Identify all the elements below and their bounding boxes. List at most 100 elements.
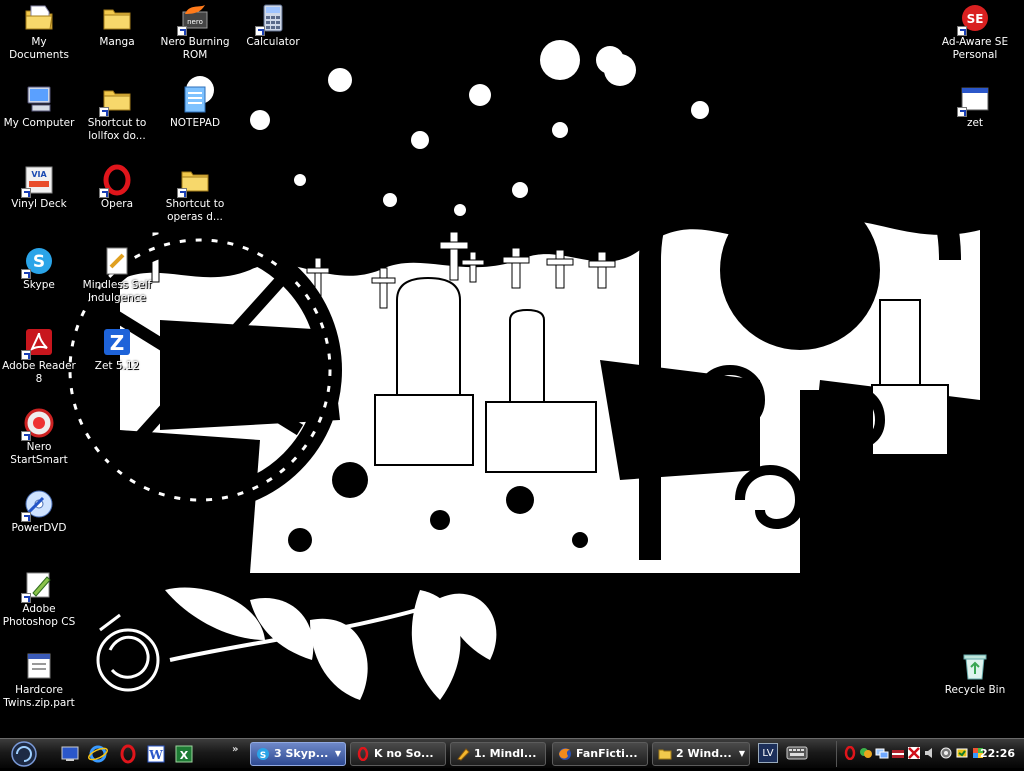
shortcut-arrow-icon [21,431,31,441]
show-desktop-icon [61,746,79,761]
icon-label: Shortcut to operas d... [165,198,225,223]
desktop-icon-mindless-self-indulgence[interactable]: Mindless Self Indulgence [79,245,155,304]
word-icon: W [147,745,165,763]
svg-text:X: X [180,749,189,762]
pencil-icon [456,747,470,761]
my-computer-icon [23,83,55,115]
internet-explorer-icon [88,745,108,763]
messenger-tray-icon[interactable] [859,746,873,760]
opera-tray-icon[interactable] [843,746,857,760]
taskbar-button-skype[interactable]: S 3 Skyp... ▼ [250,742,346,766]
icon-label: Skype [23,279,55,291]
volume-tray-icon[interactable] [923,746,937,760]
folder-icon [177,164,211,198]
chevron-down-icon: ▼ [738,749,745,758]
chevron-down-icon: ▼ [334,749,341,758]
svg-text:S: S [260,751,266,761]
desktop-icon-hardcore-twins[interactable]: Hardcore Twins.zip.part [1,650,77,709]
icon-label: Adobe Reader 8 [2,360,76,385]
shortcut-arrow-icon [957,107,967,117]
shortcut-arrow-icon [255,26,265,36]
svg-text:VIA: VIA [31,170,47,179]
taskbar-button-fanfiction[interactable]: FanFicti... [552,742,648,766]
keyboard-icon[interactable] [786,744,808,762]
desktop-icon-shortcut-operas[interactable]: Shortcut to operas d... [157,164,233,223]
desktop-icon-powerdvd[interactable]: PowerDVD [1,488,77,535]
desktop-icon-my-computer[interactable]: My Computer [1,83,77,130]
file-icon [23,650,55,682]
security-tray-icon[interactable] [955,746,969,760]
shortcut-arrow-icon [177,26,187,36]
shortcut-arrow-icon [21,188,31,198]
language-indicator[interactable]: LV [758,743,778,763]
icon-label: Recycle Bin [944,684,1006,696]
shortcut-arrow-icon [21,512,31,522]
taskbar-button-label: FanFicti... [576,747,638,760]
system-clock[interactable]: 22:26 [980,741,1015,767]
desktop-icon-adobe-photoshop[interactable]: Adobe Photoshop CS [1,569,77,628]
desktop-icon-manga[interactable]: Manga [79,2,155,49]
icon-label: Mindless Self Indulgence [82,279,152,304]
utility-tray-icon[interactable] [939,746,953,760]
ad-aware-icon: SE [957,2,991,36]
quick-launch-show-desktop[interactable] [60,744,80,764]
quick-launch-excel[interactable]: X [174,744,194,764]
folder-icon [658,747,672,761]
my-documents-icon [23,2,55,34]
icon-label: zet [966,117,984,129]
shortcut-arrow-icon [21,350,31,360]
taskbar-button-mindless[interactable]: 1. Mindl... [450,742,546,766]
shortcut-arrow-icon [21,593,31,603]
start-button[interactable] [6,741,42,767]
desktop-icon-notepad[interactable]: NOTEPAD [157,83,233,130]
nero-icon: nero [177,2,211,36]
taskbar: W X » S 3 Skyp... ▼ K no So... 1. Mindl.… [0,738,1024,768]
quick-launch-overflow-chevron[interactable]: » [232,744,238,755]
antivirus-tray-icon[interactable] [907,746,921,760]
shortcut-arrow-icon [99,107,109,117]
icon-label: My Documents [9,36,69,61]
desktop-icon-zet-window[interactable]: zet [937,83,1013,130]
icon-label: Hardcore Twins.zip.part [3,684,75,709]
desktop-icon-opera[interactable]: Opera [79,164,155,211]
desktop-icon-nero-startsmart[interactable]: Nero StartSmart [1,407,77,466]
desktop-icon-zet[interactable]: Z Zet 5.12 [79,326,155,373]
taskbar-button-label: K no So... [374,747,434,760]
calculator-icon [255,2,289,36]
taskbar-button-opera-window[interactable]: K no So... [350,742,446,766]
document-icon [101,245,133,277]
icon-label: Ad-Aware SE Personal [941,36,1009,61]
icon-label: Zet 5.12 [94,360,140,372]
icon-label: Calculator [246,36,300,48]
taskbar-button-label: 3 Skyp... [274,747,329,760]
recycle-bin-icon [959,650,991,682]
start-orb-icon [11,741,37,767]
desktop-icon-shortcut-lollfox[interactable]: Shortcut to lollfox do... [79,83,155,142]
network-tray-icon[interactable] [875,746,889,760]
desktop-icon-vinyl-deck[interactable]: VIA Vinyl Deck [1,164,77,211]
nero-startsmart-icon [21,407,55,441]
taskbar-button-label: 1. Mindl... [474,747,537,760]
folder-icon [101,2,133,34]
adobe-reader-icon [21,326,55,360]
desktop-icon-my-documents[interactable]: My Documents [1,2,77,61]
desktop-icon-calculator[interactable]: Calculator [235,2,311,49]
desktop-icon-recycle-bin[interactable]: Recycle Bin [937,650,1013,697]
skype-icon: S [21,245,55,279]
desktop-icon-ad-aware[interactable]: SE Ad-Aware SE Personal [937,2,1013,61]
desktop-icon-adobe-reader[interactable]: Adobe Reader 8 [1,326,77,385]
icon-label: PowerDVD [11,522,67,534]
quick-launch-internet-explorer[interactable] [88,744,108,764]
desktop-icon-skype[interactable]: S Skype [1,245,77,292]
opera-icon [356,747,370,761]
shortcut-arrow-icon [957,26,967,36]
quick-launch-word[interactable]: W [146,744,166,764]
quick-launch-opera[interactable] [118,744,138,764]
flag-tray-icon[interactable] [891,746,905,760]
taskbar-button-windows-explorer[interactable]: 2 Wind... ▼ [652,742,750,766]
desktop-icon-nero-burning-rom[interactable]: nero Nero Burning ROM [157,2,233,61]
notepad-icon [179,83,211,115]
photoshop-icon [21,569,55,603]
svg-text:nero: nero [187,18,203,26]
icon-label: Nero Burning ROM [160,36,230,61]
